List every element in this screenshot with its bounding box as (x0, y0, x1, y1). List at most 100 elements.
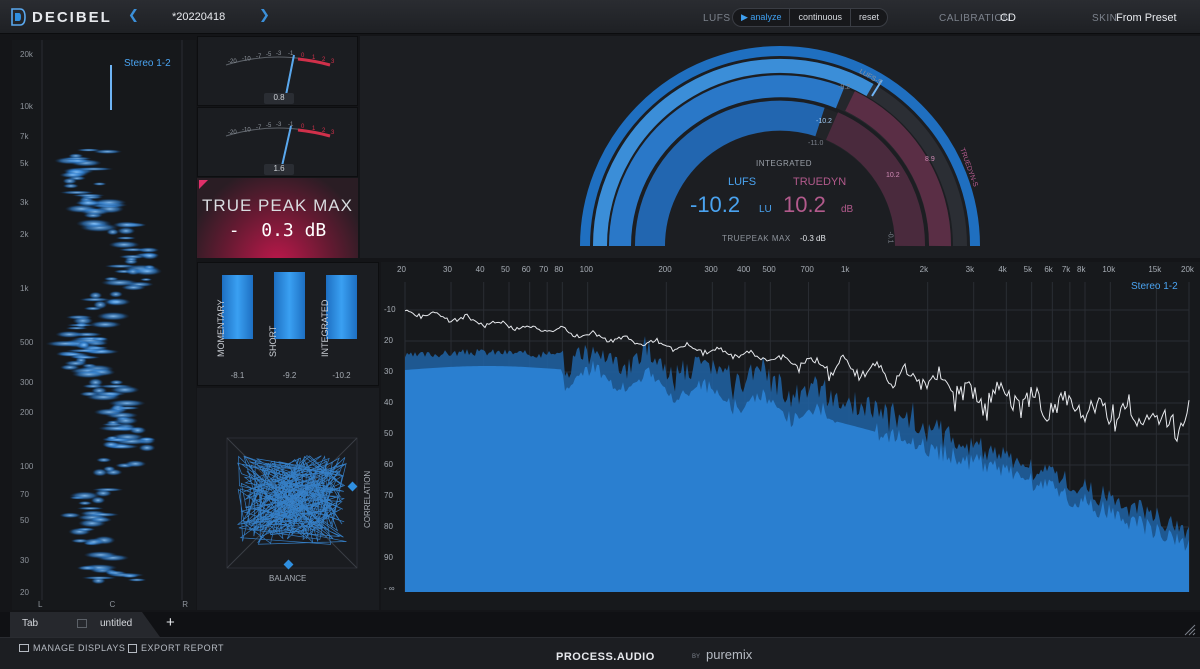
spectrogram-freq-label: 30 (20, 556, 29, 565)
goniometer-panel: CORRELATION BALANCE (197, 388, 379, 610)
spectrum-channel: Stereo 1-2 (1131, 281, 1178, 292)
vu-scale-label: -10 (242, 56, 251, 62)
level-bar-value: -10.2 (332, 371, 351, 380)
vu-meter-right: -20 -10 -7 -5 -3 -1 0 1 2 3 1.6 (197, 107, 358, 177)
level-bar-label: MOMENTARY (216, 299, 226, 357)
spectrum-freq-label: 10k (1102, 265, 1116, 274)
arc-mark-3: -11.0 (808, 140, 824, 147)
preset-name[interactable]: *20220418 (172, 11, 225, 23)
tab-1[interactable]: Tab (22, 618, 38, 629)
spectrum-freq-label: 40 (475, 265, 485, 274)
level-bar-integrated (326, 275, 357, 339)
decibel-logo: DECIBEL (10, 8, 112, 26)
vu-scale-label: -5 (266, 123, 272, 129)
skin-value[interactable]: From Preset (1116, 12, 1177, 24)
spectrogram-freq-label: 7k (20, 132, 29, 141)
tab-2[interactable]: untitled (100, 618, 132, 629)
vu-scale-label: 2 (322, 128, 326, 134)
level-bar-value: -9.2 (282, 371, 297, 380)
spectrogram-freq-label: 2k (20, 230, 29, 239)
truedyn-label: TRUEDYN (793, 176, 847, 188)
loudness-arc (580, 46, 980, 247)
brand-name: DECIBEL (32, 8, 112, 26)
level-bar-label: SHORT (268, 325, 278, 357)
manage-displays-button[interactable]: MANAGE DISPLAYS (19, 643, 125, 653)
spectrogram-freq-label: 50 (20, 516, 29, 525)
axis-right: R (182, 600, 188, 609)
spectrum-freq-label: 15k (1148, 265, 1162, 274)
decibel-logo-icon (11, 8, 26, 26)
spectrum-db-label: 90 (384, 553, 393, 562)
level-bars-panel: MOMENTARY -8.1 SHORT -9.2 INTEGRATED -10.2 (197, 262, 379, 386)
spectrum-graphic (404, 282, 1190, 592)
manage-displays-label: MANAGE DISPLAYS (33, 643, 126, 653)
vu-scale-label: -5 (266, 52, 272, 58)
spectrogram-freq-label: 300 (20, 378, 34, 387)
export-report-button[interactable]: EXPORT REPORT (128, 643, 224, 653)
spectrogram-freq-label: 70 (20, 490, 29, 499)
vu-scale-label: -3 (276, 122, 282, 128)
process-audio-logo: PROCESS.AUDIO (556, 651, 655, 663)
spectrogram-graphic (41, 40, 183, 600)
analyze-button[interactable]: ▶ analyze (733, 9, 791, 26)
lufs-label: LUFS (728, 176, 757, 188)
spectrogram-freq-label: 500 (20, 338, 34, 347)
arc-mark-1: -9.2 (838, 84, 851, 91)
spectrum-db-label: 70 (384, 491, 393, 500)
resize-grip-icon[interactable] (1182, 622, 1196, 636)
axis-left: L (38, 600, 43, 609)
vu-scale-label: -1 (288, 51, 294, 57)
level-bar-label: INTEGRATED (320, 299, 330, 357)
by-label: BY (692, 654, 701, 660)
spectrum-db-label: 40 (384, 398, 393, 407)
calibration-value[interactable]: CD (1000, 12, 1016, 24)
spectrum-freq-label: 300 (704, 265, 718, 274)
true-peak-value: - 0.3 dB (228, 220, 327, 241)
spectrogram-freq-label: 100 (20, 462, 34, 471)
spectrum-freq-label: 500 (762, 265, 776, 274)
level-bar-momentary (222, 275, 253, 339)
spectrogram-panel: Stereo 1-2 20k 10k 7k 5k 3k 2k 1k 500 300 200 100 7… (12, 40, 196, 610)
level-bar-short (274, 272, 305, 339)
spectrum-freq-label: 60 (521, 265, 531, 274)
truepeak-max-label: TRUEPEAK MAX (722, 234, 791, 243)
integrated-label: INTEGRATED (756, 159, 812, 168)
spectrum-panel: 20 30 40 50 60 70 80 100 200 300 400 500 700 1k 2k 3k 4k… (381, 262, 1200, 610)
analysis-controls: ▶ analyze continuous reset (732, 8, 889, 27)
spectrum-freq-label: 8k (1077, 265, 1086, 274)
spectrum-freq-label: 2k (919, 265, 929, 274)
spectrum-freq-label: 80 (554, 265, 564, 274)
continuous-button[interactable]: continuous (790, 9, 851, 26)
vu-scale-label: 2 (322, 57, 326, 63)
lufs-label: LUFS (703, 13, 731, 24)
vu-meter-left: -20 -10 -7 -5 -3 -1 0 1 2 3 0.8 (197, 36, 358, 106)
tab-icon (77, 619, 87, 628)
lufs-value: -10.2 (690, 192, 741, 217)
vu-scale-label: 0 (301, 53, 305, 59)
vu-scale-label: -7 (256, 54, 262, 60)
vu-scale-label: 3 (331, 59, 335, 65)
next-preset-button[interactable]: ❯ (259, 7, 270, 23)
spectrum-db-label: 20 (384, 336, 393, 345)
arc-mark-5: 10.2 (886, 172, 900, 179)
true-peak-title: TRUE PEAK MAX (202, 196, 353, 215)
vu-scale-label: -3 (276, 51, 282, 57)
spectrogram-freq-label: 10k (20, 102, 33, 111)
spectrum-freq-label: 700 (800, 265, 814, 274)
spectrum-freq-label: 50 (500, 265, 510, 274)
spectrum-db-label: 50 (384, 429, 393, 438)
add-tab-button[interactable]: + (166, 614, 175, 631)
spectrogram-channel: Stereo 1-2 (124, 58, 171, 69)
truedyn-unit: dB (841, 204, 854, 215)
spectrum-freq-label: 1k (840, 265, 850, 274)
spectrum-freq-label: 4k (998, 265, 1007, 274)
level-bar-value: -8.1 (230, 371, 245, 380)
vu-scale-label: -20 (228, 130, 237, 136)
spectrum-db-label: 80 (384, 522, 393, 531)
vu-left-value: 0.8 (264, 93, 294, 104)
vu-scale-label: -10 (242, 127, 251, 133)
true-peak-panel[interactable]: TRUE PEAK MAX - 0.3 dB (197, 178, 358, 258)
spectrum-freq-label: 6k (1044, 265, 1053, 274)
prev-preset-button[interactable]: ❮ (128, 7, 139, 23)
reset-button[interactable]: reset (851, 9, 887, 26)
